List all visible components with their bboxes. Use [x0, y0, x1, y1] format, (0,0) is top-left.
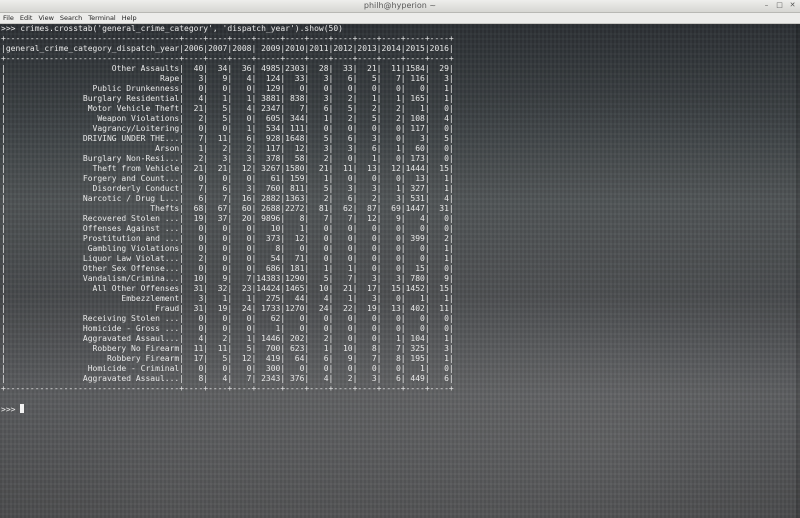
minimize-icon[interactable]: – — [762, 1, 771, 10]
table-row: | Gambling Violations| 0| 0| 0| 8| 0| 0|… — [1, 244, 454, 253]
scrollbar[interactable] — [796, 24, 800, 518]
table-row: | All Other Offenses| 31| 32| 23|14424|1… — [1, 284, 454, 293]
table-border: +------------------------------------+--… — [1, 384, 454, 393]
table-row: | Theft from Vehicle| 21| 21| 12| 3267|1… — [1, 164, 454, 173]
table-row: | Aggravated Assaul...| 4| 2| 1| 1446| 2… — [1, 334, 454, 343]
menu-search[interactable]: Search — [57, 13, 85, 23]
terminal-output-area[interactable]: >>> crimes.crosstab('general_crime_categ… — [0, 24, 800, 518]
table-header: |general_crime_category_dispatch_year|20… — [1, 44, 454, 53]
table-row: | Other Assaults| 40| 34| 36| 4985|2303|… — [1, 64, 454, 73]
table-border: +------------------------------------+--… — [1, 54, 454, 63]
table-row: | Weapon Violations| 2| 5| 0| 605| 344| … — [1, 114, 454, 123]
terminal-text: >>> crimes.crosstab('general_crime_categ… — [1, 24, 454, 404]
prompt-line[interactable]: >>> — [1, 404, 25, 415]
table-row: | Burglary Residential| 4| 1| 1| 3881| 8… — [1, 94, 454, 103]
close-icon[interactable]: ✕ — [788, 1, 797, 10]
table-row: | Fraud| 31| 19| 24| 1733|1270| 24| 22| … — [1, 304, 454, 313]
table-row: | Vagrancy/Loitering| 0| 0| 1| 534| 111|… — [1, 124, 454, 133]
table-row: | Liquor Law Violat...| 2| 0| 0| 54| 71|… — [1, 254, 454, 263]
table-row: | Homicide - Criminal| 0| 0| 0| 300| 0| … — [1, 364, 454, 373]
table-row: | Disorderly Conduct| 7| 6| 3| 760| 811|… — [1, 184, 454, 193]
terminal-window: philh@hyperion ~ – □ ✕ File Edit View Se… — [0, 0, 800, 518]
table-row: | Robbery Firearm| 17| 5| 12| 419| 64| 6… — [1, 354, 454, 363]
table-row: | Public Drunkenness| 0| 0| 0| 129| 0| 0… — [1, 84, 454, 93]
table-row: | Rape| 3| 9| 4| 124| 33| 3| 6| 5| 7| 11… — [1, 74, 454, 83]
maximize-icon[interactable]: □ — [775, 1, 784, 10]
table-row: | Robbery No Firearm| 11| 11| 5| 700| 62… — [1, 344, 454, 353]
cursor — [20, 404, 25, 413]
title-bar: philh@hyperion ~ – □ ✕ — [0, 0, 800, 13]
table-row: | Vandalism/Crimina...| 10| 9| 7|14383|1… — [1, 274, 454, 283]
table-row: | Thefts| 68| 67| 60| 2688|2272| 81| 62|… — [1, 204, 454, 213]
table-border: +------------------------------------+--… — [1, 34, 454, 43]
prompt: >>> — [1, 405, 21, 414]
table-row: | Burglary Non-Resi...| 2| 3| 3| 378| 58… — [1, 154, 454, 163]
table-row: | Recovered Stolen ...| 19| 37| 20| 9896… — [1, 214, 454, 223]
table-row: | Arson| 1| 2| 2| 117| 12| 3| 3| 6| 1| 6… — [1, 144, 454, 153]
table-row: | Embezzlement| 3| 1| 1| 275| 44| 4| 1| … — [1, 294, 454, 303]
table-row: | Homicide - Gross ...| 0| 0| 0| 1| 0| 0… — [1, 324, 454, 333]
table-row: | DRIVING UNDER THE...| 7| 11| 6| 928|16… — [1, 134, 454, 143]
menu-file[interactable]: File — [0, 13, 17, 23]
table-row: | Aggravated Assaul...| 8| 4| 7| 2343| 3… — [1, 374, 454, 383]
command-line: >>> crimes.crosstab('general_crime_categ… — [1, 24, 343, 33]
menu-terminal[interactable]: Terminal — [85, 13, 118, 23]
menu-edit[interactable]: Edit — [17, 13, 36, 23]
table-row: | Forgery and Count...| 0| 0| 0| 61| 159… — [1, 174, 454, 183]
window-title: philh@hyperion ~ — [363, 1, 437, 10]
table-row: | Prostitution and ...| 0| 0| 0| 373| 12… — [1, 234, 454, 243]
menu-help[interactable]: Help — [119, 13, 140, 23]
table-row: | Other Sex Offense...| 0| 0| 0| 686| 18… — [1, 264, 454, 273]
menu-view[interactable]: View — [35, 13, 56, 23]
table-row: | Receiving Stolen ...| 0| 0| 0| 62| 0| … — [1, 314, 454, 323]
table-row: | Offenses Against ...| 0| 0| 0| 10| 1| … — [1, 224, 454, 233]
table-row: | Narcotic / Drug L...| 6| 7| 16| 2882|1… — [1, 194, 454, 203]
menu-bar: File Edit View Search Terminal Help — [0, 13, 800, 24]
table-row: | Motor Vehicle Theft| 21| 5| 4| 2347| 7… — [1, 104, 454, 113]
